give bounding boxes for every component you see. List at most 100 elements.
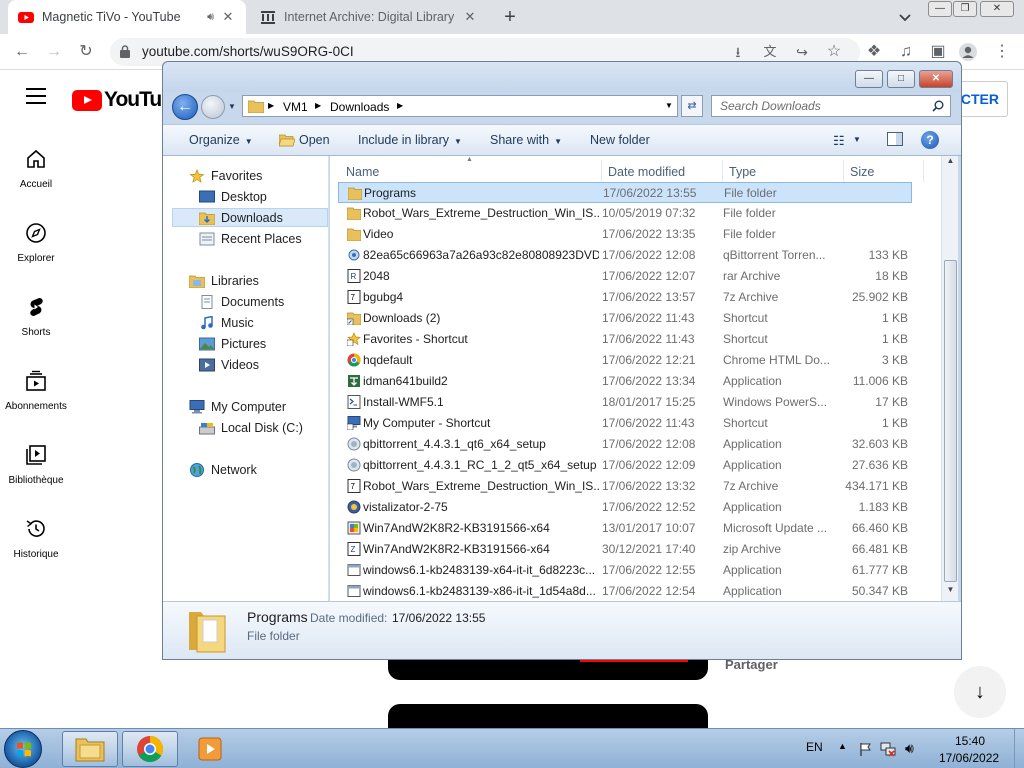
profile-avatar-icon[interactable]: [958, 42, 978, 62]
next-short-video[interactable]: [388, 704, 708, 728]
file-row[interactable]: qbittorrent_4.4.3.1_RC_1_2_qt5_x64_setup…: [338, 455, 912, 476]
open-button[interactable]: Open: [278, 133, 330, 147]
organize-button[interactable]: Organize ▼: [189, 133, 253, 147]
file-row[interactable]: Favorites - Shortcut 17/06/2022 11:43 Shor…: [338, 329, 912, 350]
breadcrumb-separator-icon[interactable]: ▶: [315, 101, 321, 110]
sidebar-item-history[interactable]: Historique: [0, 518, 72, 560]
bookmark-star-icon[interactable]: ☆: [824, 42, 844, 62]
column-header-name[interactable]: Name: [340, 160, 602, 182]
column-header-size[interactable]: Size: [844, 160, 924, 182]
close-window-icon[interactable]: ✕: [980, 1, 1014, 17]
sidebar-item-library[interactable]: Bibliothèque: [0, 444, 72, 486]
file-row[interactable]: idman641build2 17/06/2022 13:34 Applicatio…: [338, 371, 912, 392]
action-center-flag-icon[interactable]: [858, 741, 874, 757]
file-row[interactable]: My Computer - Shortcut 17/06/2022 11:43 Sh…: [338, 413, 912, 434]
hamburger-menu-icon[interactable]: [26, 88, 46, 104]
chrome-menu-icon[interactable]: ⋮: [992, 42, 1012, 62]
explorer-address-bar[interactable]: ▶ VM1 ▶ Downloads ▶ ▼: [242, 95, 678, 117]
sidebar-item-home[interactable]: Accueil: [0, 148, 72, 190]
file-row[interactable]: Win7AndW2K8R2-KB3191566-x64 13/01/2017 10…: [338, 518, 912, 539]
close-tab-icon[interactable]: ✕: [220, 9, 236, 25]
nav-network[interactable]: Network: [189, 460, 257, 480]
audio-playing-icon[interactable]: 🔊︎: [207, 11, 214, 24]
nav-downloads[interactable]: Downloads: [199, 208, 283, 228]
sidebar-item-explore[interactable]: Explorer: [0, 222, 72, 264]
file-row[interactable]: qbittorrent_4.4.3.1_qt6_x64_setup 17/06/2…: [338, 434, 912, 455]
share-icon[interactable]: ↪: [792, 42, 812, 62]
restore-window-icon[interactable]: ❐: [953, 1, 977, 17]
column-header-date[interactable]: Date modified: [602, 160, 723, 182]
breadcrumb-downloads[interactable]: Downloads: [330, 100, 389, 114]
new-folder-button[interactable]: New folder: [590, 133, 650, 147]
back-icon[interactable]: ←: [12, 42, 32, 62]
include-in-library-button[interactable]: Include in library ▼: [358, 133, 462, 147]
nav-videos[interactable]: Videos: [199, 355, 259, 375]
explorer-forward-icon[interactable]: [201, 95, 225, 119]
clock-time[interactable]: 15:40: [955, 734, 985, 748]
file-list-scrollbar[interactable]: ▲ ▼: [941, 156, 958, 601]
file-row[interactable]: vistalizator-2-75 17/06/2022 12:52 Applica…: [338, 497, 912, 518]
file-row[interactable]: windows6.1-kb2483139-x64-it-it_6d8223c..…: [338, 560, 912, 581]
explorer-refresh-icon[interactable]: ⇄: [681, 95, 703, 117]
nav-recent-places[interactable]: Recent Places: [199, 229, 302, 249]
preview-pane-icon[interactable]: [887, 131, 903, 150]
recent-pages-chevron-icon[interactable]: ▼: [228, 102, 236, 111]
nav-documents[interactable]: Documents: [199, 292, 284, 312]
explorer-title-bar[interactable]: — □ ✕: [163, 62, 961, 92]
explorer-back-icon[interactable]: ←: [172, 94, 198, 120]
breadcrumb-separator-icon[interactable]: ▶: [268, 101, 274, 110]
nav-favorites[interactable]: Favorites: [189, 166, 262, 186]
nav-my-computer[interactable]: My Computer: [189, 397, 286, 417]
reload-icon[interactable]: ↻: [76, 42, 96, 62]
share-with-button[interactable]: Share with ▼: [490, 133, 562, 147]
file-row[interactable]: windows6.1-kb2483139-x86-it-it_1d54a8d..…: [338, 581, 912, 602]
tab-youtube[interactable]: Magnetic TiVo - YouTube 🔊︎ ✕: [8, 0, 246, 34]
file-row[interactable]: 7 bgubg4 17/06/2022 13:57 7z Archive 25.902 …: [338, 287, 912, 308]
side-panel-icon[interactable]: ▣: [928, 42, 948, 62]
scroll-up-icon[interactable]: ▲: [942, 156, 959, 170]
scroll-down-icon[interactable]: ▼: [942, 585, 959, 599]
sidebar-item-subscriptions[interactable]: Abonnements: [0, 370, 72, 412]
file-row[interactable]: 82ea65c66963a7a26a93c82e80808923DVD... 17…: [338, 245, 912, 266]
input-language-indicator[interactable]: EN: [806, 740, 823, 754]
close-tab-icon[interactable]: ✕: [462, 9, 478, 25]
new-tab-button[interactable]: +: [498, 4, 522, 30]
file-row[interactable]: Robot_Wars_Extreme_Destruction_Win_IS...…: [338, 203, 912, 224]
network-status-icon[interactable]: [880, 741, 896, 757]
file-row[interactable]: hqdefault 17/06/2022 12:21 Chrome HTML Do.…: [338, 350, 912, 371]
scrollbar-thumb[interactable]: [944, 260, 957, 582]
volume-speaker-icon[interactable]: 🔊︎: [905, 740, 914, 757]
translate-icon[interactable]: 文: [760, 42, 780, 62]
nav-pictures[interactable]: Pictures: [199, 334, 266, 354]
view-options-chevron-icon[interactable]: ▼: [853, 135, 861, 144]
next-video-arrow-icon[interactable]: ↓: [954, 666, 1006, 718]
file-row[interactable]: Z Win7AndW2K8R2-KB3191566-x64 30/12/2021 1…: [338, 539, 912, 560]
file-row[interactable]: Programs 17/06/2022 13:55 File folder: [338, 182, 912, 203]
search-icon[interactable]: [932, 100, 944, 112]
taskbar-chrome-button[interactable]: [122, 731, 178, 767]
minimize-window-icon[interactable]: —: [928, 1, 952, 17]
taskbar-explorer-button[interactable]: [62, 731, 118, 767]
nav-libraries[interactable]: Libraries: [189, 271, 259, 291]
breadcrumb-vm1[interactable]: VM1: [283, 100, 308, 114]
explorer-maximize-icon[interactable]: □: [887, 70, 915, 88]
media-controls-icon[interactable]: ♫: [896, 42, 916, 62]
start-button-orb-icon[interactable]: [4, 730, 42, 768]
file-row[interactable]: Downloads (2) 17/06/2022 11:43 Shortcut 1 K…: [338, 308, 912, 329]
tab-search-chevron-icon[interactable]: [896, 8, 914, 26]
change-view-icon[interactable]: ☷: [833, 133, 845, 149]
file-row[interactable]: R 2048 17/06/2022 12:07 rar Archive 18 KB: [338, 266, 912, 287]
address-history-dropdown-icon[interactable]: ▼: [665, 101, 673, 110]
nav-local-disk[interactable]: Local Disk (C:): [199, 418, 303, 438]
explorer-search-input[interactable]: Search Downloads: [711, 95, 951, 117]
nav-desktop[interactable]: Desktop: [199, 187, 267, 207]
explorer-minimize-icon[interactable]: —: [855, 70, 883, 88]
file-row[interactable]: 7 Robot_Wars_Extreme_Destruction_Win_IS..…: [338, 476, 912, 497]
show-desktop-button[interactable]: [1014, 729, 1024, 768]
forward-icon[interactable]: →: [44, 42, 64, 62]
taskbar-media-player-button[interactable]: [198, 737, 224, 764]
extensions-puzzle-icon[interactable]: ❖: [864, 42, 884, 62]
nav-music[interactable]: Music: [199, 313, 254, 333]
clock-date[interactable]: 17/06/2022: [939, 751, 999, 765]
sidebar-item-shorts[interactable]: Shorts: [0, 296, 72, 338]
